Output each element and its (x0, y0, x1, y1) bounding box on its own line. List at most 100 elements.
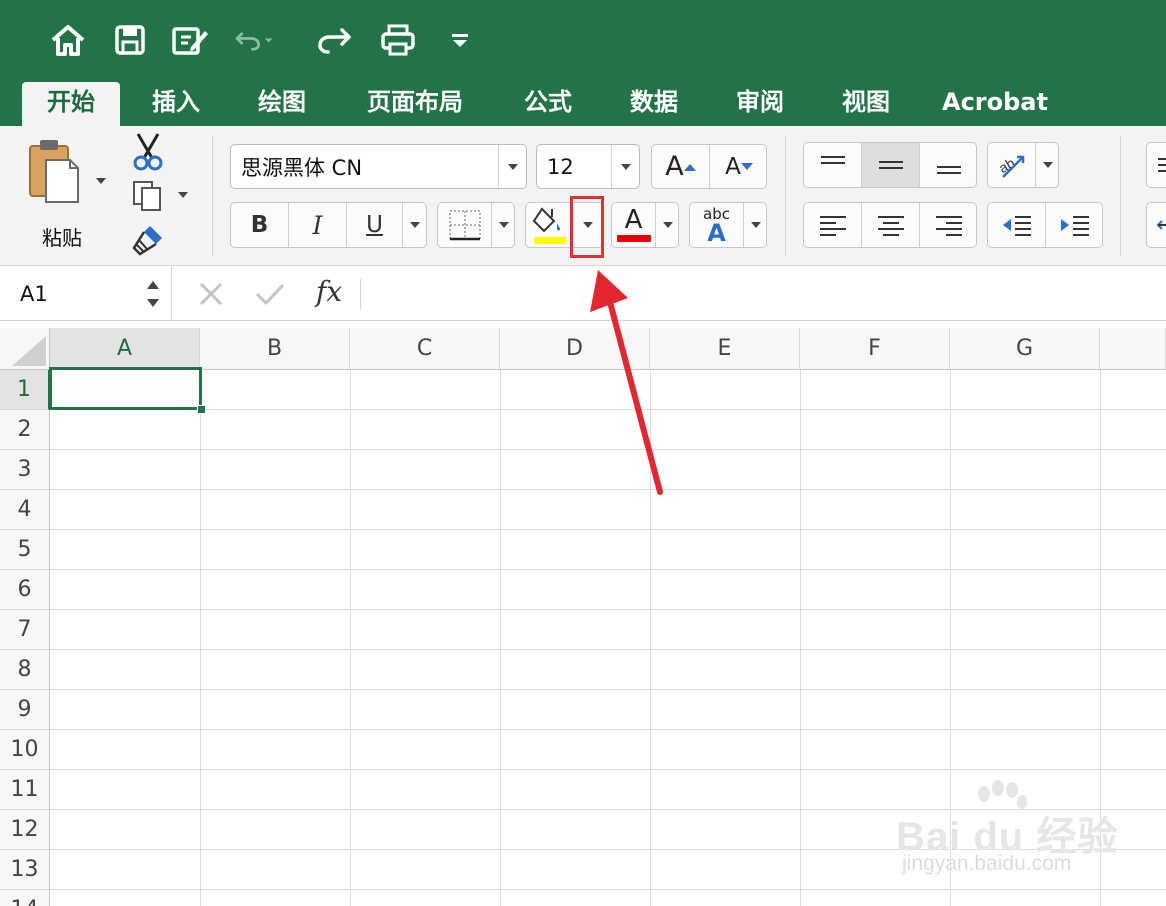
increase-indent-button[interactable] (1046, 203, 1104, 247)
font-size-select[interactable]: 12 (536, 144, 640, 189)
redo-icon[interactable] (314, 20, 354, 60)
ribbon-divider (1120, 136, 1121, 256)
row-header-13[interactable]: 13 (0, 850, 50, 890)
row-header-12[interactable]: 12 (0, 810, 50, 850)
row-header-5[interactable]: 5 (0, 530, 50, 570)
decrease-arrow-icon (740, 162, 753, 170)
merge-cells-button[interactable] (1146, 202, 1166, 248)
tab-page-layout[interactable]: 页面布局 (350, 82, 480, 126)
font-color-dropdown[interactable] (656, 203, 680, 247)
align-top-icon (820, 156, 845, 164)
fill-handle[interactable] (197, 405, 206, 414)
column-header-next[interactable] (1100, 328, 1166, 370)
align-middle-button[interactable] (862, 143, 920, 187)
cancel-icon[interactable] (198, 281, 224, 307)
customize-icon[interactable] (440, 20, 480, 60)
font-size-dropdown[interactable] (611, 145, 639, 188)
tab-acrobat[interactable]: Acrobat (936, 82, 1054, 126)
row-header-2[interactable]: 2 (0, 410, 50, 450)
align-center-icon (877, 216, 904, 236)
font-name-dropdown[interactable] (498, 145, 526, 188)
tab-data[interactable]: 数据 (618, 82, 690, 126)
cut-icon[interactable] (130, 132, 166, 172)
font-color-main-button[interactable]: A (612, 203, 656, 247)
active-cell[interactable] (49, 367, 202, 410)
align-top-button[interactable] (804, 143, 862, 187)
indent-buttons (987, 202, 1103, 248)
font-color-glyph: A (624, 205, 643, 235)
tab-home[interactable]: 开始 (22, 82, 120, 126)
copy-button[interactable] (130, 178, 190, 214)
underline-button[interactable]: U (347, 203, 403, 247)
tab-view[interactable]: 视图 (830, 82, 902, 126)
borders-button (437, 202, 515, 248)
borders-dropdown[interactable] (492, 203, 516, 247)
align-center-button[interactable] (862, 203, 920, 247)
borders-main-button[interactable] (438, 203, 492, 247)
row-header-8[interactable]: 8 (0, 650, 50, 690)
row-header-11[interactable]: 11 (0, 770, 50, 810)
orientation-main-button[interactable]: ab (988, 143, 1036, 187)
column-header-g[interactable]: G (950, 328, 1100, 370)
decrease-indent-icon (1002, 216, 1031, 236)
align-left-icon (819, 216, 846, 236)
name-box-stepper-icon[interactable] (146, 277, 160, 311)
save-icon[interactable] (110, 20, 150, 60)
column-header-c[interactable]: C (350, 328, 500, 370)
orientation-dropdown[interactable] (1036, 143, 1060, 187)
copy-icon (133, 181, 161, 211)
row-header-14[interactable]: 14 (0, 890, 50, 906)
grow-font-button[interactable]: A (652, 145, 710, 188)
phonetic-dropdown[interactable] (744, 203, 768, 247)
home-icon[interactable] (48, 20, 88, 60)
tab-formulas[interactable]: 公式 (512, 82, 584, 126)
format-painter-icon[interactable] (130, 222, 166, 258)
row-header-1[interactable]: 1 (0, 370, 50, 410)
column-header-f[interactable]: F (800, 328, 950, 370)
copy-dropdown-icon[interactable] (178, 192, 188, 198)
edit-icon[interactable] (170, 20, 210, 60)
select-all-button[interactable] (0, 328, 50, 370)
wrap-text-icon (1158, 158, 1166, 172)
shrink-font-glyph: A (725, 153, 741, 180)
wrap-text-button[interactable] (1146, 142, 1166, 188)
shrink-font-button[interactable]: A (710, 145, 768, 188)
chevron-down-icon (499, 222, 509, 228)
column-header-b[interactable]: B (200, 328, 350, 370)
bold-button[interactable]: B (231, 203, 289, 247)
row-header-3[interactable]: 3 (0, 450, 50, 490)
row-header-4[interactable]: 4 (0, 490, 50, 530)
print-icon[interactable] (378, 20, 418, 60)
align-bottom-button[interactable] (920, 143, 978, 187)
enter-icon[interactable] (254, 281, 286, 307)
align-right-button[interactable] (920, 203, 978, 247)
row-header-7[interactable]: 7 (0, 610, 50, 650)
name-box[interactable]: A1 (0, 267, 172, 321)
font-name-value: 思源黑体 CN (241, 155, 363, 180)
row-header-6[interactable]: 6 (0, 570, 50, 610)
phonetic-button: abc A (689, 202, 767, 248)
align-left-button[interactable] (804, 203, 862, 247)
fill-color-main-button[interactable] (526, 203, 572, 247)
chevron-down-icon (620, 163, 631, 170)
font-color-swatch (616, 235, 651, 242)
align-right-icon (936, 216, 962, 236)
tab-insert[interactable]: 插入 (140, 82, 212, 126)
row-header-10[interactable]: 10 (0, 730, 50, 770)
paste-dropdown-icon[interactable] (96, 178, 106, 184)
formula-input[interactable] (372, 273, 1152, 315)
tab-review[interactable]: 审阅 (724, 82, 796, 126)
font-name-select[interactable]: 思源黑体 CN (230, 144, 527, 189)
tab-draw[interactable]: 绘图 (246, 82, 318, 126)
italic-button[interactable]: I (289, 203, 347, 247)
underline-dropdown[interactable] (403, 203, 427, 247)
decrease-indent-button[interactable] (988, 203, 1046, 247)
undo-icon[interactable] (234, 20, 274, 60)
insert-function-button[interactable]: fx (316, 275, 342, 308)
column-header-a[interactable]: A (50, 328, 200, 370)
merge-cells-icon (1156, 220, 1166, 230)
increase-indent-icon (1061, 216, 1089, 236)
row-header-9[interactable]: 9 (0, 690, 50, 730)
paste-button[interactable]: 粘贴 (20, 136, 116, 256)
phonetic-main-button[interactable]: abc A (690, 203, 744, 247)
